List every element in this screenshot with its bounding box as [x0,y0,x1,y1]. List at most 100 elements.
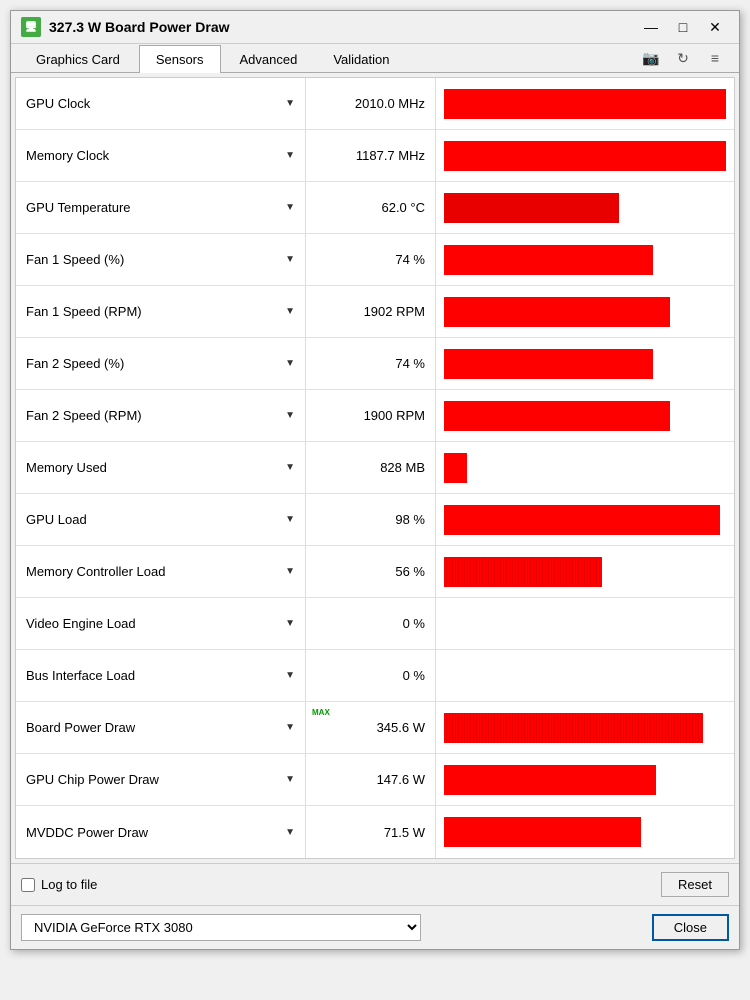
table-row: Fan 1 Speed (RPM) ▼ 1902 RPM [16,286,734,338]
close-title-button[interactable]: ✕ [701,17,729,37]
sensor-label: MVDDC Power Draw [26,825,148,840]
sensor-value-cell: 74 % [306,234,436,285]
menu-icon[interactable]: ≡ [703,46,727,70]
sensor-label: GPU Chip Power Draw [26,772,159,787]
bar-track [444,765,726,795]
sensor-value-cell: 0 % [306,598,436,649]
log-to-file-label[interactable]: Log to file [21,877,97,892]
app-icon: 🖥 [21,17,41,37]
dropdown-arrow-icon[interactable]: ▼ [285,462,295,473]
dropdown-arrow-icon[interactable]: ▼ [285,410,295,421]
sensor-value-cell: 2010.0 MHz [306,78,436,129]
main-window: 🖥 327.3 W Board Power Draw — □ ✕ Graphic… [10,10,740,950]
sensor-label: GPU Load [26,512,87,527]
bar-track [444,609,726,639]
table-row: Board Power Draw▼MAX345.6 W [16,702,734,754]
bar-track [444,557,726,587]
sensor-name-cell: GPU Load ▼ [16,494,306,545]
title-bar: 🖥 327.3 W Board Power Draw — □ ✕ [11,11,739,44]
sensor-bar-container [436,390,734,441]
sensor-value-cell: 98 % [306,494,436,545]
dropdown-arrow-icon[interactable]: ▼ [285,566,295,577]
sensor-value-text: 98 % [395,512,425,527]
table-row: Fan 2 Speed (%)▼74 % [16,338,734,390]
bar-fill [444,765,656,795]
camera-icon[interactable]: 📷 [639,46,663,70]
dropdown-arrow-icon[interactable]: ▼ [285,202,295,213]
dropdown-arrow-icon[interactable]: ▼ [285,150,295,161]
sensor-bar-container [436,598,734,649]
sensor-bar-container [436,442,734,493]
sensor-bar-container [436,130,734,181]
sensor-name-cell: Fan 1 Speed (%) ▼ [16,234,306,285]
bar-track [444,505,726,535]
table-row: GPU Chip Power Draw▼147.6 W [16,754,734,806]
dropdown-arrow-icon[interactable]: ▼ [285,358,295,369]
sensor-name-cell: Fan 2 Speed (RPM)▼ [16,390,306,441]
bar-fill [444,713,703,743]
sensor-value-cell: 828 MB [306,442,436,493]
tab-advanced[interactable]: Advanced [223,45,315,73]
table-row: GPU Load ▼ 98 % [16,494,734,546]
sensor-bar-container [436,494,734,545]
reset-button[interactable]: Reset [661,872,729,897]
sensor-value-text: 1900 RPM [364,408,425,423]
sensor-bar-container [436,650,734,701]
bar-track [444,349,726,379]
sensor-value-text: 2010.0 MHz [355,96,425,111]
bar-track [444,245,726,275]
dropdown-arrow-icon[interactable]: ▼ [285,670,295,681]
bar-fill [444,453,467,483]
table-row: GPU Clock▼ 2010.0 MHz [16,78,734,130]
sensor-value-cell: 1187.7 MHz [306,130,436,181]
dropdown-arrow-icon[interactable]: ▼ [285,98,295,109]
sensor-name-cell: Memory Used▼ [16,442,306,493]
bar-fill [444,817,641,847]
sensor-label: Video Engine Load [26,616,136,631]
sensor-name-cell: GPU Clock▼ [16,78,306,129]
bar-fill [444,141,726,171]
table-row: Memory Controller Load▼56 % [16,546,734,598]
sensor-bar-container [436,754,734,805]
sensor-name-cell: GPU Chip Power Draw ▼ [16,754,306,805]
bar-track [444,193,726,223]
table-row: Fan 2 Speed (RPM)▼ 1900 RPM [16,390,734,442]
tab-sensors[interactable]: Sensors [139,45,221,73]
close-main-button[interactable]: Close [652,914,729,941]
sensor-label: Fan 1 Speed (RPM) [26,304,142,319]
bar-fill [444,89,726,119]
dropdown-arrow-icon[interactable]: ▼ [285,827,295,838]
dropdown-arrow-icon[interactable]: ▼ [285,618,295,629]
window-title: 327.3 W Board Power Draw [49,19,230,35]
maximize-button[interactable]: □ [669,17,697,37]
bar-fill [444,401,670,431]
sensor-label: Fan 1 Speed (%) [26,252,124,267]
sensor-name-cell: Memory Clock▼ [16,130,306,181]
tab-validation[interactable]: Validation [316,45,406,73]
sensor-bar-container [436,546,734,597]
gpu-select[interactable]: NVIDIA GeForce RTX 3080 [21,914,421,941]
dropdown-arrow-icon[interactable]: ▼ [285,514,295,525]
sensor-name-cell: GPU Temperature▼ [16,182,306,233]
tab-graphics-card[interactable]: Graphics Card [19,45,137,73]
dropdown-arrow-icon[interactable]: ▼ [285,306,295,317]
dropdown-arrow-icon[interactable]: ▼ [285,254,295,265]
bar-track [444,661,726,691]
sensor-value-text: 56 % [395,564,425,579]
dropdown-arrow-icon[interactable]: ▼ [285,722,295,733]
table-row: Memory Clock▼ 1187.7 MHz [16,130,734,182]
sensor-name-cell: Video Engine Load ▼ [16,598,306,649]
bar-fill [444,349,653,379]
sensor-value-text: 1187.7 MHz [356,148,425,163]
sensor-value-cell: 1900 RPM [306,390,436,441]
sensor-value-text: 0 % [403,668,425,683]
minimize-button[interactable]: — [637,17,665,37]
sensor-value-cell: 1902 RPM [306,286,436,337]
log-checkbox[interactable] [21,878,35,892]
dropdown-arrow-icon[interactable]: ▼ [285,774,295,785]
sensor-content: GPU Clock▼ 2010.0 MHz Memory Clock▼ 1187.7 … [15,77,735,859]
log-label-text: Log to file [41,877,97,892]
sensor-value-cell: 56 % [306,546,436,597]
table-row: Video Engine Load ▼ 0 % [16,598,734,650]
refresh-icon[interactable]: ↻ [671,46,695,70]
